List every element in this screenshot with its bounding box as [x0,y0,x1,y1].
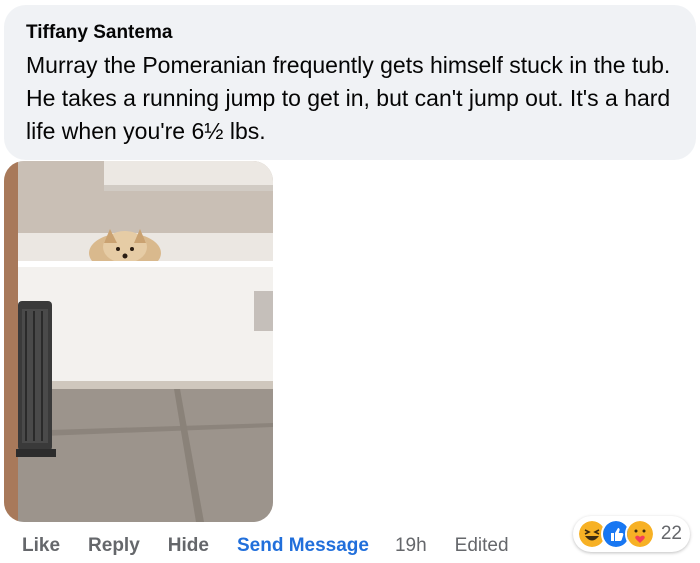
comment-text: Murray the Pomeranian frequently gets hi… [26,52,671,144]
reaction-count: 22 [660,523,682,544]
send-message-button[interactable]: Send Message [237,535,369,557]
care-icon [624,519,655,549]
like-button[interactable]: Like [22,535,60,557]
photo-image [4,161,273,522]
comment-photo[interactable] [4,161,273,522]
comment-bubble: Tiffany Santema Murray the Pomeranian fr… [4,5,696,160]
reaction-summary[interactable]: 22 [572,516,690,552]
edited-label[interactable]: Edited [455,535,509,557]
reply-button[interactable]: Reply [88,535,140,557]
timestamp[interactable]: 19h [395,535,427,557]
comment-author[interactable]: Tiffany Santema [26,21,676,45]
comment-actions: Like Reply Hide Send Message 19h Edited [22,533,537,559]
hide-button[interactable]: Hide [168,535,209,557]
